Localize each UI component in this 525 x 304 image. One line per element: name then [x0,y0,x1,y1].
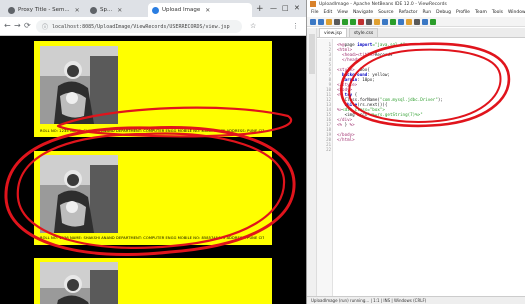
code-line: </head> [337,57,360,62]
ide-status-bar: UploadImage (run) running... | 1:1 | INS… [307,296,525,304]
ide-title-bar: UploadImage - Apache NetBeans IDE 12.0 -… [307,0,525,9]
student-photo [40,262,118,304]
record-card: ROLL NO: 1236 NAME: SHAKSHI ANAND DEPART… [34,151,272,245]
tab-label: Proxy Title - Sem... [18,7,70,13]
toolbar-button-icon[interactable] [414,19,420,25]
code-token: "com.mysql.jdbc.Driver" [379,97,438,102]
toolbar-button-icon[interactable] [310,19,316,25]
tab-favicon-icon [90,6,97,14]
toolbar-button-icon[interactable] [342,19,348,25]
bookmark-star-icon[interactable]: ☆ [250,22,256,30]
menu-item-navigate[interactable]: Navigate [353,9,373,17]
minimize-button[interactable]: — [270,4,277,12]
projects-panel[interactable] [307,28,317,296]
code-token: : 10px; [357,77,375,82]
student-photo [40,155,118,233]
toolbar-button-icon[interactable] [334,19,340,25]
code-line: <% } %> [337,122,355,127]
photo-image [40,155,118,233]
photo-image [40,46,118,124]
tab-label: Upload Image [162,7,201,13]
editor-tab-strip: view.jsp style.css [317,28,525,38]
code-editor[interactable]: <%@page import="java.sql.*"%> <html> <hea… [337,39,525,296]
line-number-gutter: 1 2 3 4 5 6 7 8 9 10 11 12 13 14 15 16 17 18 19 20 21 22 [317,39,333,296]
url-text[interactable]: localhost:8085/UploadImage/ViewRecords/U… [52,24,230,30]
tab-favicon-icon [152,6,159,14]
netbeans-app-icon [310,1,316,7]
browser-menu-icon[interactable]: ⋮ [292,22,299,30]
menu-item-file[interactable]: File [311,9,319,17]
page-viewport: ROLL NO: 1235 NAME: SHAKSHI ANAND DEPART… [0,37,306,304]
editor-tab-style-css[interactable]: style.css [348,28,379,37]
projects-tab[interactable] [309,34,315,74]
toolbar-button-icon[interactable] [422,19,428,25]
toolbar-button-icon[interactable] [398,19,404,25]
code-line: </html> [337,137,355,142]
toolbar-button-icon[interactable] [382,19,388,25]
menu-item-profile[interactable]: Profile [456,9,470,17]
browser-tab-bar: Proxy Title - Sem... ✕ Sp... ✕ Upload Im… [0,0,306,17]
menu-item-window[interactable]: Window [508,9,525,17]
code-token: } [342,122,350,127]
maximize-button[interactable]: □ [282,4,289,12]
menu-item-edit[interactable]: Edit [324,9,333,17]
back-button[interactable]: ← [4,21,11,31]
menu-item-refactor[interactable]: Refactor [399,9,418,17]
record-details: ROLL NO: 1235 NAME: SHAKSHI ANAND DEPART… [40,129,264,133]
record-card: ROLL NO: 1235 NAME: SHAKSHI ANAND DEPART… [34,41,272,137]
code-token: Records [374,52,393,57]
tab-favicon-icon [8,6,15,14]
reload-button[interactable]: ⟳ [24,21,31,31]
ide-window: UploadImage - Apache NetBeans IDE 12.0 -… [306,0,525,304]
editor-tab-view-jsp[interactable]: view.jsp [319,28,347,37]
ide-title-text: UploadImage - Apache NetBeans IDE 12.0 -… [319,2,447,7]
student-photo [40,46,118,124]
close-tab-icon[interactable]: ✕ [205,7,210,14]
toolbar-button-icon[interactable] [366,19,372,25]
menu-item-tools[interactable]: Tools [492,9,503,17]
record-details: ROLL NO: 1236 NAME: SHAKSHI ANAND DEPART… [40,236,264,240]
ide-body: view.jsp style.css 1 2 3 4 5 6 7 8 9 10 11 12 13 14 15… [307,28,525,296]
close-window-button[interactable]: ✕ [294,4,300,12]
menu-item-run[interactable]: Run [422,9,431,17]
toolbar-button-icon[interactable] [390,19,396,25]
toolbar-button-icon[interactable] [350,19,356,25]
code-token: ); [437,97,443,102]
ide-menu-bar: File Edit View Navigate Source Refactor Run Deb… [307,9,525,17]
code-token: %> [349,122,355,127]
toolbar-button-icon[interactable] [358,19,364,25]
browser-toolbar: ← → ⟳ ⓘ localhost:8085/UploadImage/ViewR… [0,17,306,36]
menu-item-team[interactable]: Team [475,9,487,17]
address-bar[interactable]: ⓘ localhost:8085/UploadImage/ViewRecords… [36,20,242,33]
code-token: %> [405,42,411,47]
line-number: 22 [326,147,331,152]
tab-label: Sp... [100,7,113,13]
browser-window: Proxy Title - Sem... ✕ Sp... ✕ Upload Im… [0,0,306,304]
close-tab-icon[interactable]: ✕ [117,7,122,14]
photo-image [40,262,118,304]
forward-button[interactable]: → [14,21,21,31]
code-token: </head> [337,57,360,62]
ide-toolbar [307,17,525,27]
site-info-icon[interactable]: ⓘ [42,22,48,31]
toolbar-button-icon[interactable] [318,19,324,25]
toolbar-button-icon[interactable] [326,19,332,25]
close-tab-icon[interactable]: ✕ [75,7,80,14]
browser-tab-2[interactable]: Sp... ✕ [86,3,146,17]
toolbar-button-icon[interactable] [374,19,380,25]
code-token: "<%=rs.getString(7)%>" [367,112,423,117]
browser-tab-1[interactable]: Proxy Title - Sem... ✕ [4,3,84,17]
menu-item-view[interactable]: View [337,9,348,17]
menu-item-debug[interactable]: Debug [436,9,451,17]
new-tab-button[interactable]: + [256,4,264,14]
record-card [34,258,272,304]
toolbar-button-icon[interactable] [406,19,412,25]
code-token: </html> [337,137,355,142]
code-token: import [357,42,373,47]
menu-item-source[interactable]: Source [378,9,393,17]
browser-tab-3[interactable]: Upload Image ✕ [148,3,252,17]
code-token: ="java.sql.*" [372,42,406,47]
toolbar-button-icon[interactable] [430,19,436,25]
